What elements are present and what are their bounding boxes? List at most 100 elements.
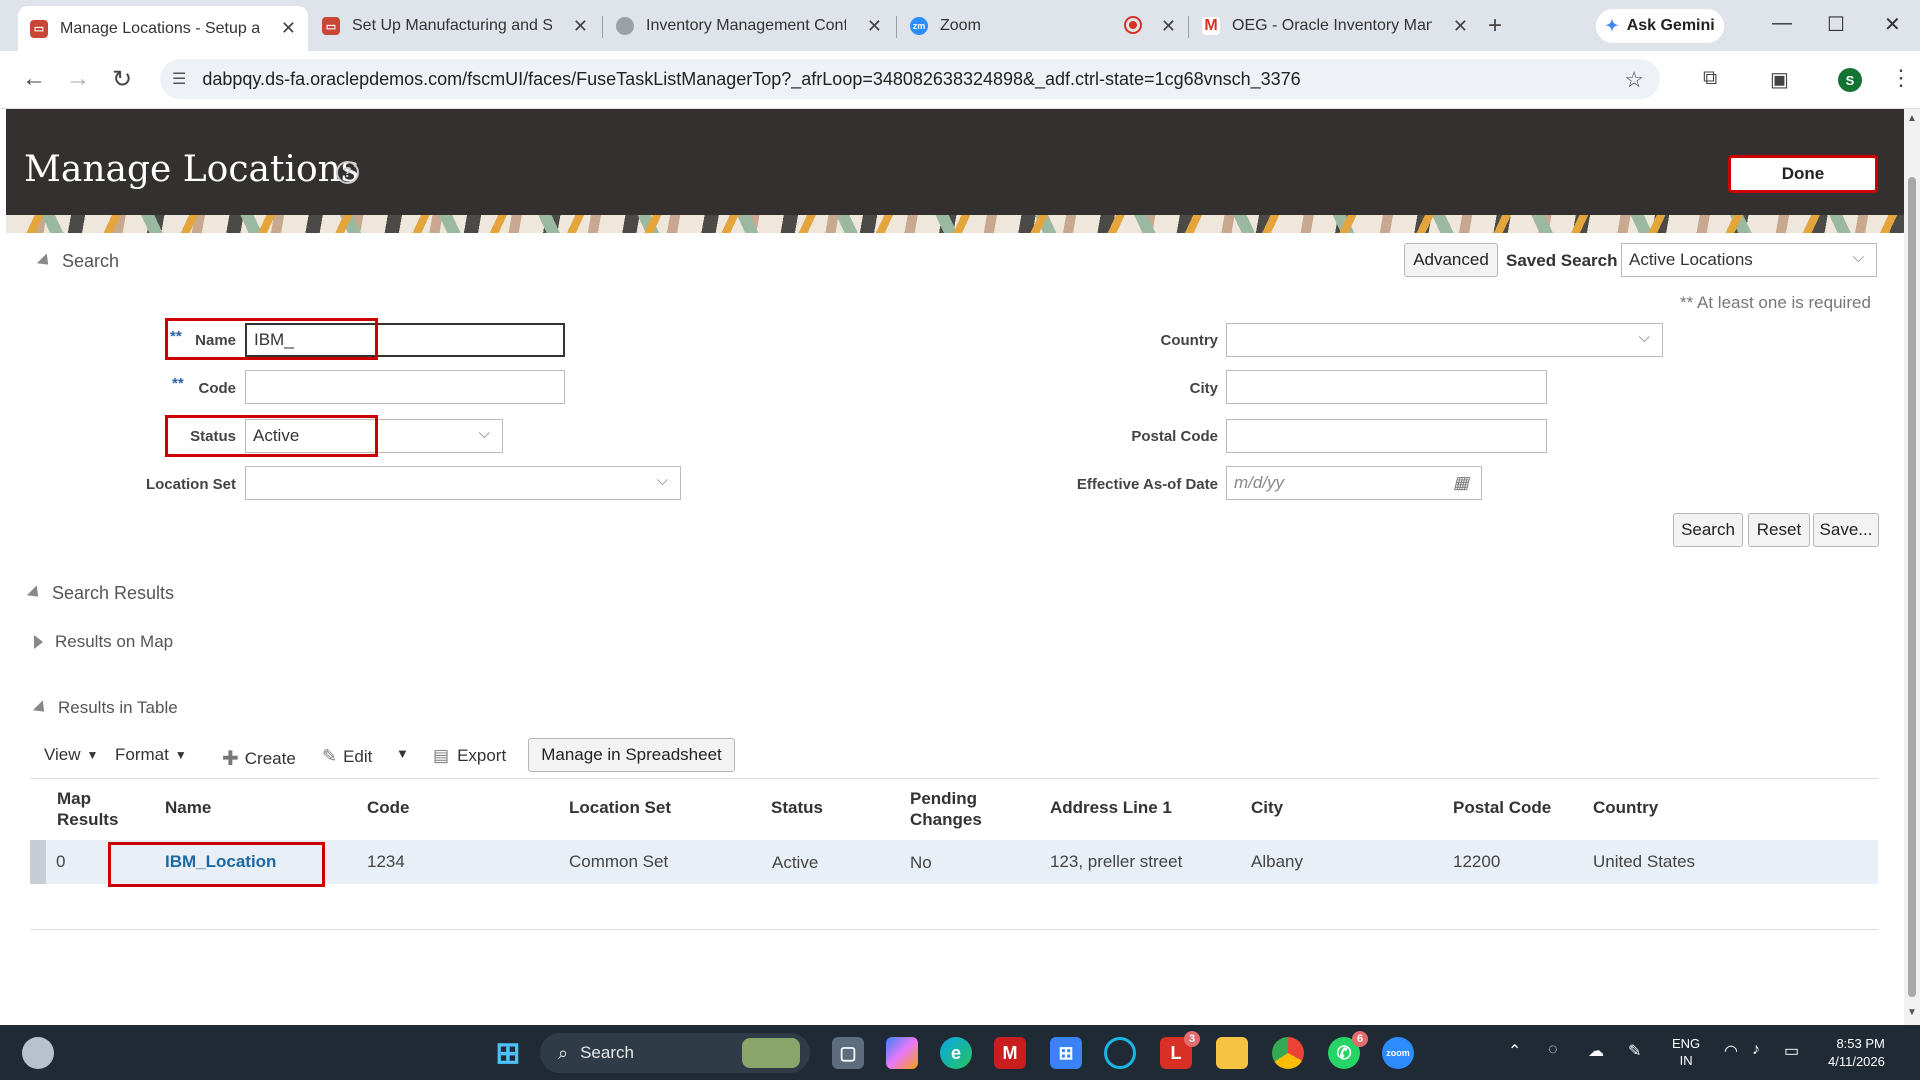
taskbar-search-label: Search xyxy=(580,1043,634,1062)
column-header-code[interactable]: Code xyxy=(367,797,410,818)
tab-oeg-gmail[interactable]: M OEG - Oracle Inventory Manag ✕ xyxy=(1190,6,1480,46)
site-settings-icon[interactable]: ☰ xyxy=(172,69,186,89)
close-icon[interactable]: ✕ xyxy=(1453,16,1468,37)
cell-postal-code: 12200 xyxy=(1453,852,1501,871)
column-header-city[interactable]: City xyxy=(1251,797,1283,818)
chrome-icon[interactable] xyxy=(1272,1037,1304,1069)
volume-icon[interactable]: ♪ xyxy=(1752,1041,1760,1059)
language-code: ENG xyxy=(1672,1036,1701,1051)
weather-icon[interactable] xyxy=(22,1037,54,1069)
zoom-taskbar-icon[interactable]: zoom xyxy=(1382,1037,1414,1069)
ask-gemini-button[interactable]: ✦ Ask Gemini xyxy=(1596,9,1724,43)
column-header-name[interactable]: Name xyxy=(165,797,211,818)
column-header-map-results[interactable]: Map Results xyxy=(57,788,118,830)
scroll-down-icon[interactable]: ▼ xyxy=(1907,1007,1917,1018)
create-button[interactable]: ✚ Create xyxy=(222,746,296,771)
reset-button[interactable]: Reset xyxy=(1748,513,1810,547)
scroll-up-icon[interactable]: ▲ xyxy=(1907,113,1917,124)
search-section-header[interactable]: Search xyxy=(36,251,119,272)
task-view-icon[interactable]: ▢ xyxy=(832,1037,864,1069)
close-icon[interactable]: ✕ xyxy=(867,16,882,37)
onedrive-icon[interactable]: ☁ xyxy=(1588,1041,1604,1061)
edge-icon[interactable]: e xyxy=(940,1037,972,1069)
column-header-status[interactable]: Status xyxy=(771,797,823,818)
tab-inventory-config[interactable]: Inventory Management Config ✕ xyxy=(604,6,894,46)
battery-icon[interactable]: ▭ xyxy=(1784,1041,1799,1061)
system-clock[interactable]: 8:53 PM 4/11/2026 xyxy=(1828,1035,1885,1071)
whatsapp-icon[interactable]: ✆ 6 xyxy=(1328,1031,1368,1069)
column-header-pending-changes[interactable]: Pending Changes xyxy=(910,788,982,830)
column-header-text: Changes xyxy=(910,810,982,829)
profile-avatar[interactable]: S xyxy=(1838,68,1862,92)
help-icon[interactable]: ? xyxy=(336,161,359,184)
caret-down-icon: ▼ xyxy=(86,748,99,762)
country-select[interactable]: ⌵ xyxy=(1226,323,1663,357)
wifi-icon[interactable]: ◠ xyxy=(1724,1041,1738,1061)
row-selector[interactable] xyxy=(30,840,46,884)
new-tab-icon[interactable]: + xyxy=(1488,12,1502,40)
file-explorer-icon[interactable] xyxy=(1216,1037,1248,1069)
mcafee-icon[interactable]: M xyxy=(994,1037,1026,1069)
more-menu-icon[interactable]: ⋮ xyxy=(1890,65,1912,91)
code-field[interactable] xyxy=(245,370,565,404)
scrollbar-thumb[interactable] xyxy=(1908,177,1916,997)
tab-setup-manufacturing[interactable]: ▭ Set Up Manufacturing and Sup ✕ xyxy=(310,6,600,46)
chevron-down-icon: ⌵ xyxy=(656,472,668,489)
reload-icon[interactable]: ↻ xyxy=(112,65,132,94)
city-field[interactable] xyxy=(1226,370,1547,404)
tab-manage-locations[interactable]: ▭ Manage Locations - Setup and ✕ xyxy=(18,6,308,51)
view-menu[interactable]: View ▼ xyxy=(44,745,98,765)
view-label: View xyxy=(44,745,81,764)
effective-date-field[interactable]: m/d/yy ▦ xyxy=(1226,466,1482,500)
bookmark-star-icon[interactable]: ☆ xyxy=(1624,67,1644,93)
side-panel-icon[interactable]: ▣ xyxy=(1770,67,1789,92)
tray-app-icon[interactable]: ◌ xyxy=(1548,1041,1558,1059)
location-set-select[interactable]: ⌵ xyxy=(245,466,681,500)
column-header-location-set[interactable]: Location Set xyxy=(569,797,671,818)
ask-gemini-label: Ask Gemini xyxy=(1626,17,1715,34)
close-icon[interactable]: ✕ xyxy=(281,18,296,39)
column-header-postal-code[interactable]: Postal Code xyxy=(1453,797,1551,818)
results-in-table-label: Results in Table xyxy=(58,698,178,717)
saved-search-select[interactable]: Active Locations ⌵ xyxy=(1621,243,1877,277)
tray-overflow-icon[interactable]: ⌃ xyxy=(1508,1041,1521,1061)
done-button[interactable]: Done xyxy=(1728,155,1878,193)
search-button[interactable]: Search xyxy=(1673,513,1743,547)
windows-start-icon[interactable]: ⊞ xyxy=(492,1037,524,1070)
address-bar[interactable]: ☰ dabpqy.ds-fa.oraclepdemos.com/fscmUI/f… xyxy=(160,59,1660,99)
cortana-icon[interactable] xyxy=(1104,1037,1136,1069)
minimize-icon[interactable]: — xyxy=(1772,12,1792,35)
export-button[interactable]: ▤ Export xyxy=(433,746,506,766)
manage-in-spreadsheet-button[interactable]: Manage in Spreadsheet xyxy=(528,738,735,772)
results-on-map-header[interactable]: Results on Map xyxy=(34,632,173,652)
back-icon[interactable]: ← xyxy=(22,65,46,93)
close-icon[interactable]: ✕ xyxy=(1161,16,1176,37)
edit-dropdown-icon[interactable]: ▼ xyxy=(396,746,409,761)
tab-zoom[interactable]: zm Zoom ✕ xyxy=(898,6,1188,46)
forward-icon[interactable]: → xyxy=(66,65,90,93)
edit-button[interactable]: ✎ Edit xyxy=(322,746,372,767)
copilot-icon[interactable] xyxy=(886,1037,918,1069)
format-menu[interactable]: Format ▼ xyxy=(115,745,187,765)
advanced-button[interactable]: Advanced xyxy=(1404,243,1498,277)
maximize-icon[interactable]: ☐ xyxy=(1827,12,1845,37)
results-in-table-header[interactable]: Results in Table xyxy=(32,698,178,718)
export-icon: ▤ xyxy=(433,746,450,765)
language-indicator[interactable]: ENG IN xyxy=(1672,1035,1700,1069)
cell-country: United States xyxy=(1593,852,1696,871)
close-icon[interactable]: ✕ xyxy=(573,16,588,37)
column-header-address[interactable]: Address Line 1 xyxy=(1050,797,1172,818)
extensions-icon[interactable]: ⧉ xyxy=(1703,67,1717,90)
create-label: Create xyxy=(244,748,296,768)
window-close-icon[interactable]: ✕ xyxy=(1884,12,1901,37)
ms-store-icon[interactable]: ⊞ xyxy=(1050,1037,1082,1069)
page-scrollbar[interactable]: ▲ ▼ xyxy=(1904,109,1920,1025)
postal-code-field[interactable] xyxy=(1226,419,1547,453)
search-results-header[interactable]: Search Results xyxy=(26,583,174,604)
column-header-country[interactable]: Country xyxy=(1593,797,1658,818)
save-search-button[interactable]: Save... xyxy=(1813,513,1879,547)
calendar-icon[interactable]: ▦ xyxy=(1453,473,1469,493)
mic-icon[interactable]: ✎ xyxy=(1628,1041,1641,1061)
taskbar-search[interactable]: ⌕ Search xyxy=(540,1033,810,1073)
l-app-icon[interactable]: L3 xyxy=(1160,1031,1200,1069)
